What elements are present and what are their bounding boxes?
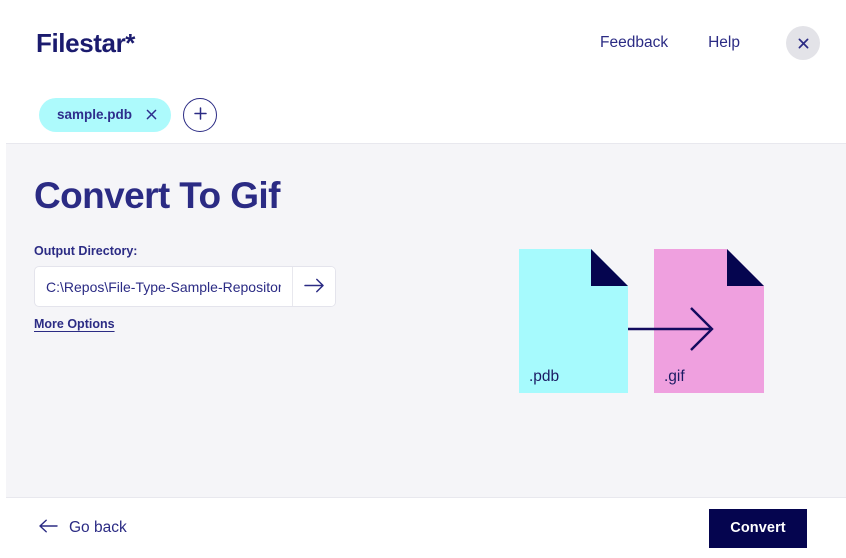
go-back-link[interactable]: Go back — [39, 519, 127, 538]
add-file-button[interactable] — [183, 97, 218, 132]
close-icon — [797, 37, 810, 50]
file-tab-strip: sample.pdb — [0, 86, 846, 143]
svg-text:.pdb: .pdb — [529, 368, 559, 385]
brand-logo: Filestar* — [36, 28, 136, 58]
app-header: Filestar* Feedback Help — [0, 0, 846, 86]
output-directory-input[interactable] — [35, 267, 292, 306]
conversion-illustration: .pdb .gif — [513, 249, 765, 394]
output-directory-submit-button[interactable] — [292, 267, 335, 306]
arrow-right-icon — [303, 278, 325, 296]
page-title: Convert To Gif — [34, 175, 280, 216]
main-panel: Convert To Gif Output Directory: More Op… — [6, 143, 846, 498]
more-options-link[interactable]: More Options — [34, 317, 115, 331]
svg-text:.gif: .gif — [664, 368, 685, 385]
arrow-left-icon — [39, 519, 58, 538]
convert-button[interactable]: Convert — [709, 508, 807, 548]
app-footer: Go back Convert — [0, 498, 846, 558]
plus-icon — [193, 106, 208, 124]
nav-link-feedback[interactable]: Feedback — [600, 34, 668, 52]
close-icon[interactable] — [145, 109, 157, 121]
file-tab-label: sample.pdb — [57, 107, 133, 122]
file-tab-sample-pdb[interactable]: sample.pdb — [39, 97, 172, 132]
go-back-label: Go back — [69, 519, 127, 536]
nav-link-help[interactable]: Help — [708, 34, 740, 52]
output-directory-block: Output Directory: More Options — [34, 244, 336, 333]
output-directory-row — [34, 266, 336, 307]
filestar-window: Filestar* Feedback Help sample.pdb Conve… — [0, 0, 846, 558]
output-directory-label: Output Directory: — [34, 244, 138, 258]
window-close-button[interactable] — [786, 26, 820, 60]
main-wrapper: Convert To Gif Output Directory: More Op… — [0, 143, 846, 498]
